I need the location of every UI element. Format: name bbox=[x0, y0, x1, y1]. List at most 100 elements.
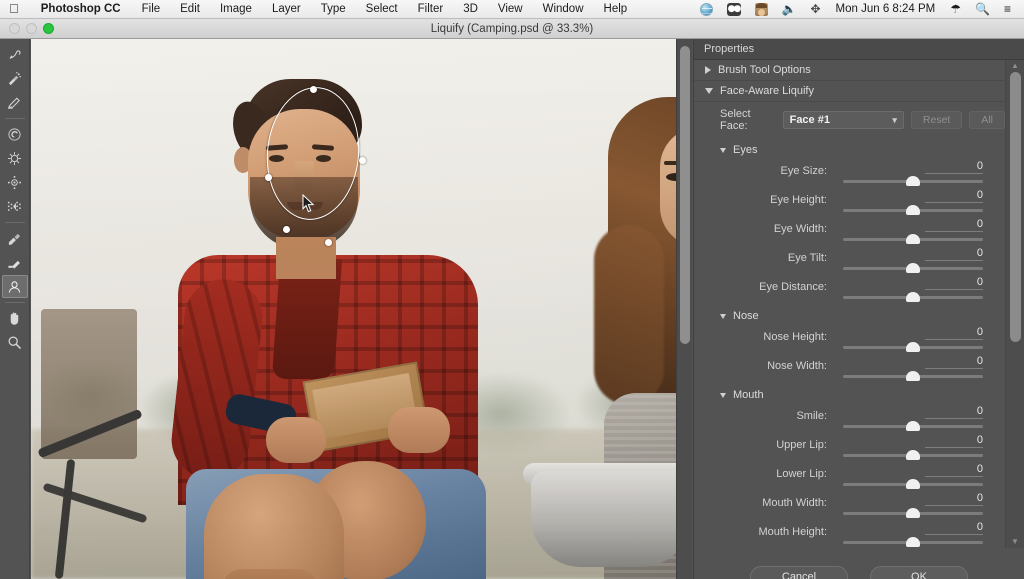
cancel-button[interactable]: Cancel bbox=[750, 566, 848, 579]
properties-scroll-track[interactable] bbox=[1006, 72, 1024, 536]
all-button[interactable]: All bbox=[969, 111, 1005, 129]
face-handle-bottom[interactable] bbox=[325, 239, 332, 246]
properties-scrollbar-thumb[interactable] bbox=[1010, 72, 1021, 342]
slider-eye-tilt[interactable]: Eye Tilt: 0 bbox=[694, 246, 1005, 275]
slider-nose-width-track[interactable] bbox=[843, 375, 983, 378]
slider-smile-value[interactable]: 0 bbox=[925, 405, 983, 419]
slider-eye-distance-thumb[interactable] bbox=[906, 292, 920, 302]
freeze-mask-tool[interactable] bbox=[2, 227, 28, 250]
push-left-tool[interactable] bbox=[2, 195, 28, 218]
slider-eye-distance-value[interactable]: 0 bbox=[925, 276, 983, 290]
forward-warp-tool[interactable] bbox=[2, 43, 28, 66]
slider-lower-lip-track[interactable] bbox=[843, 483, 983, 486]
slider-mouth-height[interactable]: Mouth Height: 0 bbox=[694, 520, 1005, 548]
slider-smile-track[interactable] bbox=[843, 425, 983, 428]
slider-eye-size-track[interactable] bbox=[843, 180, 983, 183]
properties-vertical-scrollbar[interactable]: ▲ ▼ bbox=[1005, 60, 1024, 548]
canvas-scrollbar-thumb[interactable] bbox=[680, 46, 690, 344]
slider-eye-height-track[interactable] bbox=[843, 209, 983, 212]
slider-eye-width-value[interactable]: 0 bbox=[925, 218, 983, 232]
slider-eye-width-thumb[interactable] bbox=[906, 234, 920, 244]
hand-tool[interactable] bbox=[2, 307, 28, 330]
menu-select[interactable]: Select bbox=[356, 3, 408, 15]
slider-mouth-width-track[interactable] bbox=[843, 512, 983, 515]
slider-eye-height-thumb[interactable] bbox=[906, 205, 920, 215]
slider-eye-height-value[interactable]: 0 bbox=[925, 189, 983, 203]
volume-icon[interactable]: 🔈 bbox=[775, 3, 804, 15]
slider-nose-width[interactable]: Nose Width: 0 bbox=[694, 354, 1005, 383]
slider-mouth-height-value[interactable]: 0 bbox=[925, 521, 983, 535]
slider-nose-width-thumb[interactable] bbox=[906, 371, 920, 381]
user-avatar-icon[interactable] bbox=[748, 3, 775, 16]
slider-nose-height-thumb[interactable] bbox=[906, 342, 920, 352]
slider-upper-lip-thumb[interactable] bbox=[906, 450, 920, 460]
thaw-mask-tool[interactable] bbox=[2, 251, 28, 274]
slider-eye-tilt-value[interactable]: 0 bbox=[925, 247, 983, 261]
menu-filter[interactable]: Filter bbox=[408, 3, 454, 15]
menu-file[interactable]: File bbox=[132, 3, 171, 15]
twirl-clockwise-tool[interactable] bbox=[2, 123, 28, 146]
slider-nose-height-track[interactable] bbox=[843, 346, 983, 349]
slider-nose-width-value[interactable]: 0 bbox=[925, 355, 983, 369]
slider-lower-lip-value[interactable]: 0 bbox=[925, 463, 983, 477]
menu-app-name[interactable]: Photoshop CC bbox=[30, 3, 132, 15]
section-face-aware-liquify[interactable]: Face-Aware Liquify bbox=[694, 81, 1005, 102]
slider-mouth-width-value[interactable]: 0 bbox=[925, 492, 983, 506]
menu-edit[interactable]: Edit bbox=[170, 3, 210, 15]
slider-eye-distance-track[interactable] bbox=[843, 296, 983, 299]
creative-cloud-icon[interactable]: ●● bbox=[720, 3, 748, 16]
slider-mouth-width-thumb[interactable] bbox=[906, 508, 920, 518]
ok-button[interactable]: OK bbox=[870, 566, 968, 579]
slider-eye-height[interactable]: Eye Height: 0 bbox=[694, 188, 1005, 217]
menu-view[interactable]: View bbox=[488, 3, 533, 15]
slider-upper-lip-track[interactable] bbox=[843, 454, 983, 457]
move-tool-icon[interactable]: ✥ bbox=[803, 3, 827, 15]
pucker-tool[interactable] bbox=[2, 147, 28, 170]
menu-layer[interactable]: Layer bbox=[262, 3, 311, 15]
group-nose-header[interactable]: Nose bbox=[694, 304, 1005, 325]
slider-lower-lip-thumb[interactable] bbox=[906, 479, 920, 489]
notification-list-icon[interactable]: ≡ bbox=[997, 3, 1018, 15]
globe-icon[interactable] bbox=[693, 3, 720, 16]
slider-eye-size-value[interactable]: 0 bbox=[925, 160, 983, 174]
scroll-down-arrow-icon[interactable]: ▼ bbox=[1011, 536, 1019, 548]
slider-upper-lip[interactable]: Upper Lip: 0 bbox=[694, 433, 1005, 462]
slider-eye-width-track[interactable] bbox=[843, 238, 983, 241]
slider-smile-thumb[interactable] bbox=[906, 421, 920, 431]
search-icon[interactable]: 🔍 bbox=[968, 3, 997, 15]
face-handle-right[interactable] bbox=[359, 157, 366, 164]
reconstruct-tool[interactable] bbox=[2, 67, 28, 90]
menu-type[interactable]: Type bbox=[311, 3, 356, 15]
slider-smile[interactable]: Smile: 0 bbox=[694, 404, 1005, 433]
slider-eye-distance[interactable]: Eye Distance: 0 bbox=[694, 275, 1005, 304]
smooth-tool[interactable] bbox=[2, 91, 28, 114]
slider-eye-width[interactable]: Eye Width: 0 bbox=[694, 217, 1005, 246]
menu-help[interactable]: Help bbox=[594, 3, 638, 15]
group-mouth-header[interactable]: Mouth bbox=[694, 383, 1005, 404]
slider-upper-lip-value[interactable]: 0 bbox=[925, 434, 983, 448]
apple-logo-icon[interactable]:  bbox=[0, 2, 30, 15]
menu-window[interactable]: Window bbox=[533, 3, 594, 15]
zoom-tool[interactable] bbox=[2, 331, 28, 354]
slider-eye-size[interactable]: Eye Size: 0 bbox=[694, 159, 1005, 188]
menu-image[interactable]: Image bbox=[210, 3, 262, 15]
face-handle-left[interactable] bbox=[265, 174, 272, 181]
group-eyes-header[interactable]: Eyes bbox=[694, 138, 1005, 159]
reset-button[interactable]: Reset bbox=[911, 111, 962, 129]
bloat-tool[interactable] bbox=[2, 171, 28, 194]
wifi-icon[interactable]: ☂ bbox=[943, 3, 968, 15]
slider-mouth-height-thumb[interactable] bbox=[906, 537, 920, 547]
slider-lower-lip[interactable]: Lower Lip: 0 bbox=[694, 462, 1005, 491]
slider-mouth-width[interactable]: Mouth Width: 0 bbox=[694, 491, 1005, 520]
slider-mouth-height-track[interactable] bbox=[843, 541, 983, 544]
section-brush-tool-options[interactable]: Brush Tool Options bbox=[694, 60, 1005, 81]
menu-bar-clock[interactable]: Mon Jun 6 8:24 PM bbox=[828, 3, 944, 15]
slider-nose-height[interactable]: Nose Height: 0 bbox=[694, 325, 1005, 354]
slider-nose-height-value[interactable]: 0 bbox=[925, 326, 983, 340]
slider-eye-tilt-thumb[interactable] bbox=[906, 263, 920, 273]
face-handle-top[interactable] bbox=[310, 86, 317, 93]
slider-eye-size-thumb[interactable] bbox=[906, 176, 920, 186]
scroll-up-arrow-icon[interactable]: ▲ bbox=[1011, 60, 1019, 72]
liquify-canvas[interactable] bbox=[31, 39, 676, 579]
menu-3d[interactable]: 3D bbox=[453, 3, 488, 15]
